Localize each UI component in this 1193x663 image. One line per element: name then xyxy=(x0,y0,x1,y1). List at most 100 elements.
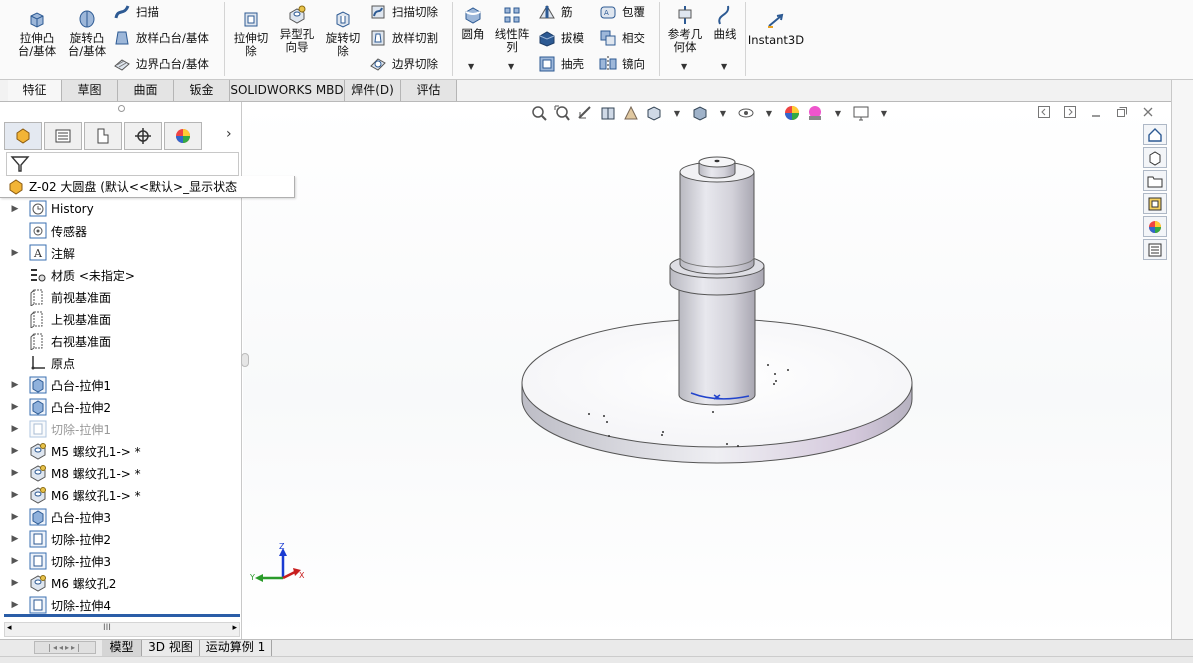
tree-item[interactable]: ▶ 凸台-拉伸2 xyxy=(0,396,240,418)
sweep-button[interactable]: 扫描 xyxy=(112,2,159,22)
draft-button[interactable]: 拔模 xyxy=(537,28,584,48)
tab-sketch[interactable]: 草图 xyxy=(62,80,118,101)
dropdown-arrow-icon[interactable]: ▼ xyxy=(712,103,734,123)
minimize-icon[interactable] xyxy=(1083,103,1109,121)
tree-item[interactable]: ▶ 切除-拉伸4 xyxy=(0,594,240,616)
previous-view-icon[interactable] xyxy=(574,103,596,123)
tab-scroll-arrows[interactable]: |◂◂▸▸| xyxy=(34,641,96,654)
part-model-render[interactable] xyxy=(513,152,923,522)
tree-item[interactable]: ▶ A 注解 xyxy=(0,242,240,264)
view-palette-icon[interactable] xyxy=(1143,193,1167,214)
tree-item[interactable]: 材质 <未指定> xyxy=(0,264,240,286)
expand-arrow-icon[interactable]: ▶ xyxy=(8,600,22,610)
section-view-icon[interactable] xyxy=(597,103,619,123)
loft-cut-button[interactable]: 放样切割 xyxy=(368,28,438,48)
intersect-button[interactable]: 相交 xyxy=(598,28,645,48)
hide-show-items-icon[interactable] xyxy=(735,103,757,123)
dimxpert-manager-tab[interactable] xyxy=(124,122,162,150)
close-icon[interactable] xyxy=(1135,103,1161,121)
apply-scene-icon[interactable] xyxy=(804,103,826,123)
restore-icon[interactable] xyxy=(1109,103,1135,121)
view-orientation-icon[interactable] xyxy=(643,103,665,123)
fillet-dropdown-icon[interactable]: ▼ xyxy=(468,62,474,71)
dropdown-arrow-icon[interactable]: ▼ xyxy=(873,103,895,123)
dynamic-annotation-icon[interactable] xyxy=(620,103,642,123)
chevron-right-icon[interactable]: › xyxy=(226,126,232,142)
extrude-cut-button[interactable]: 拉伸切 除 xyxy=(229,8,273,58)
tree-item[interactable]: 原点 xyxy=(0,352,240,374)
tile-right-icon[interactable] xyxy=(1057,103,1083,121)
expand-arrow-icon[interactable]: ▶ xyxy=(8,534,22,544)
scroll-right-icon[interactable]: ▸ xyxy=(232,623,237,633)
tree-item[interactable]: ▶ 切除-拉伸2 xyxy=(0,528,240,550)
tree-item[interactable]: 前视基准面 xyxy=(0,286,240,308)
panel-grip-handle[interactable] xyxy=(118,105,125,112)
pattern-dropdown-icon[interactable]: ▼ xyxy=(508,62,514,71)
curves-dropdown-icon[interactable]: ▼ xyxy=(721,62,727,71)
display-style-icon[interactable] xyxy=(689,103,711,123)
tab-motion-study[interactable]: 运动算例 1 xyxy=(200,640,272,656)
appearances-icon[interactable] xyxy=(1143,216,1167,237)
tree-item[interactable]: 上视基准面 xyxy=(0,308,240,330)
tree-item[interactable]: ▶ 凸台-拉伸1 xyxy=(0,374,240,396)
expand-arrow-icon[interactable]: ▶ xyxy=(8,204,22,214)
rib-button[interactable]: 筋 xyxy=(537,2,573,22)
expand-arrow-icon[interactable]: ▶ xyxy=(8,578,22,588)
tile-left-icon[interactable] xyxy=(1031,103,1057,121)
custom-properties-icon[interactable] xyxy=(1143,239,1167,260)
tree-item[interactable]: ▶ 切除-拉伸1 xyxy=(0,418,240,440)
tab-evaluate[interactable]: 评估 xyxy=(401,80,457,101)
linear-pattern-button[interactable]: 线性阵 列 xyxy=(492,4,532,54)
configuration-manager-tab[interactable] xyxy=(84,122,122,150)
reference-dropdown-icon[interactable]: ▼ xyxy=(681,62,687,71)
reference-geometry-button[interactable]: 参考几 何体 xyxy=(664,4,706,54)
hole-wizard-button[interactable]: 异型孔 向导 xyxy=(275,4,319,54)
tree-item[interactable]: ▶ 切除-拉伸3 xyxy=(0,550,240,572)
tree-item[interactable]: 传感器 xyxy=(0,220,240,242)
horizontal-scrollbar[interactable]: ◂ III ▸ xyxy=(4,622,240,637)
feature-manager-tab[interactable] xyxy=(4,122,42,150)
tree-item[interactable]: ▶ M5 螺纹孔1-> * xyxy=(0,440,240,462)
tab-surfaces[interactable]: 曲面 xyxy=(118,80,174,101)
graphics-area[interactable]: ▼ ▼ ▼ ▼ ▼ Z Y X xyxy=(241,102,1171,639)
solidworks-resources-icon[interactable] xyxy=(1143,124,1167,145)
scroll-left-icon[interactable]: ◂ xyxy=(7,623,12,633)
boundary-boss-button[interactable]: 边界凸台/基体 xyxy=(112,54,209,74)
tree-root-part[interactable]: Z-02 大圆盘 (默认<<默认>_显示状态 xyxy=(0,176,295,198)
shell-button[interactable]: 抽壳 xyxy=(537,54,584,74)
tree-item[interactable]: ▶ M6 螺纹孔1-> * xyxy=(0,484,240,506)
dropdown-arrow-icon[interactable]: ▼ xyxy=(827,103,849,123)
instant3d-button[interactable]: Instant3D xyxy=(748,10,804,47)
loft-boss-button[interactable]: 放样凸台/基体 xyxy=(112,28,209,48)
expand-arrow-icon[interactable]: ▶ xyxy=(8,490,22,500)
dropdown-arrow-icon[interactable]: ▼ xyxy=(666,103,688,123)
curves-button[interactable]: 曲线 xyxy=(708,4,742,41)
scroll-thumb[interactable]: III xyxy=(103,623,111,633)
expand-arrow-icon[interactable]: ▶ xyxy=(8,468,22,478)
tab-sheet-metal[interactable]: 钣金 xyxy=(174,80,230,101)
tree-item[interactable]: ▶ 凸台-拉伸3 xyxy=(0,506,240,528)
display-manager-tab[interactable] xyxy=(164,122,202,150)
expand-arrow-icon[interactable]: ▶ xyxy=(8,446,22,456)
tree-rollback-bar[interactable] xyxy=(4,614,240,617)
tab-model[interactable]: 模型 xyxy=(102,640,142,656)
tab-solidworks-mbd[interactable]: SOLIDWORKS MBD xyxy=(230,80,345,101)
edit-appearance-icon[interactable] xyxy=(781,103,803,123)
expand-arrow-icon[interactable]: ▶ xyxy=(8,248,22,258)
expand-arrow-icon[interactable]: ▶ xyxy=(8,380,22,390)
tab-3d-view[interactable]: 3D 视图 xyxy=(142,640,200,656)
extrude-boss-button[interactable]: 拉伸凸 台/基体 xyxy=(14,8,60,58)
wrap-button[interactable]: A 包覆 xyxy=(598,2,645,22)
tab-weldments[interactable]: 焊件(D) xyxy=(345,80,401,101)
zoom-to-area-icon[interactable] xyxy=(551,103,573,123)
panel-collapse-handle[interactable] xyxy=(241,353,249,367)
property-manager-tab[interactable] xyxy=(44,122,82,150)
tab-features[interactable]: 特征 xyxy=(8,80,62,101)
boundary-cut-button[interactable]: 边界切除 xyxy=(368,54,438,74)
fillet-button[interactable]: 圆角 xyxy=(456,4,490,41)
tree-item[interactable]: 右视基准面 xyxy=(0,330,240,352)
zoom-to-fit-icon[interactable] xyxy=(528,103,550,123)
view-settings-icon[interactable] xyxy=(850,103,872,123)
tree-item[interactable]: ▶ History xyxy=(0,198,240,220)
mirror-button[interactable]: 镜向 xyxy=(598,54,645,74)
